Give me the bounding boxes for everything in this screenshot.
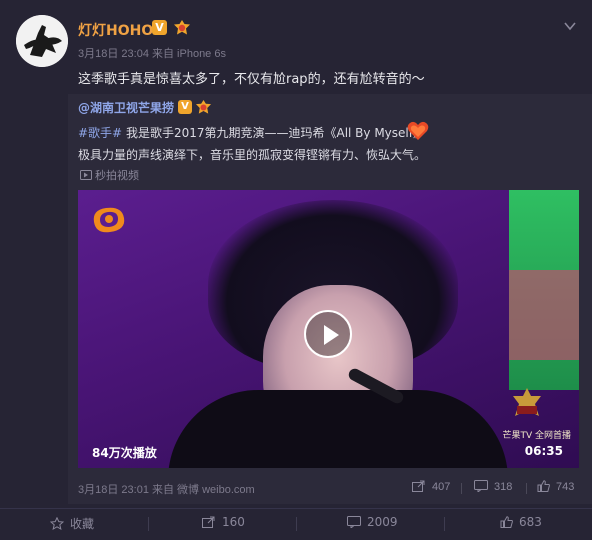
action-divider <box>526 483 527 494</box>
repost-like-action[interactable]: 743 <box>537 480 574 493</box>
hunan-tv-logo-icon <box>88 202 130 238</box>
video-link[interactable]: 秒拍视频 <box>80 167 139 183</box>
share-icon <box>412 480 425 492</box>
favorite-label: 收藏 <box>70 517 95 531</box>
username[interactable]: 灯灯HOHO <box>78 20 153 40</box>
weibo-card: 灯灯HOHO V 3月18日 23:04 来自 iPhone 6s 这季歌手真是… <box>0 0 592 540</box>
like-icon <box>537 480 550 492</box>
repost-share-action[interactable]: 407 <box>412 480 450 493</box>
video-icon <box>80 170 92 180</box>
heart-icon <box>407 121 429 141</box>
comment-icon <box>474 480 488 494</box>
action-divider <box>461 483 462 494</box>
video-duration: 06:35 <box>524 444 563 458</box>
repost-vip-badge-icon <box>195 99 212 115</box>
hashtag-link[interactable]: #歌手# <box>78 126 122 140</box>
repost-title: 我是歌手2017第九期竞演——迪玛希《All By Myself》 <box>122 126 425 140</box>
comment-icon <box>347 516 361 530</box>
repost-meta: 3月18日 23:01 来自 微博 weibo.com <box>78 484 255 496</box>
video-player[interactable]: 芒果TV 全网首播 84万次播放 06:35 <box>78 190 579 468</box>
star-icon <box>49 516 65 531</box>
repost-username[interactable]: @湖南卫视芒果捞 <box>78 99 174 116</box>
comment-button[interactable]: 2009 <box>347 515 398 530</box>
favorite-button[interactable]: 收藏 <box>49 515 95 532</box>
repost-text-line2: 极具力量的声线演绎下，音乐里的孤寂变得铿锵有力、恢弘大气。 <box>78 148 427 162</box>
play-button[interactable] <box>304 310 352 358</box>
show-logo-icon <box>509 386 545 422</box>
like-icon <box>500 516 513 528</box>
repost-button[interactable]: 160 <box>202 515 245 529</box>
video-link-label: 秒拍视频 <box>95 169 139 182</box>
bar-divider <box>148 517 149 531</box>
repost-comment-count: 318 <box>494 481 513 493</box>
repost-text-line1: #歌手# 我是歌手2017第九期竞演——迪玛希《All By Myself》 <box>78 124 425 141</box>
repost-like-count: 743 <box>556 481 575 493</box>
chevron-down-icon[interactable] <box>564 16 576 31</box>
bar-divider <box>444 517 445 531</box>
repost-comment-action[interactable]: 318 <box>474 480 513 494</box>
view-count: 84万次播放 <box>92 446 157 460</box>
video-performer-suit <box>168 390 508 468</box>
verified-badge: V <box>152 20 167 35</box>
comment-count: 2009 <box>367 515 398 529</box>
video-bg-letter <box>509 270 579 360</box>
post-text: 这季歌手真是惊喜太多了，不仅有尬rap的，还有尬转音的～ <box>78 72 425 87</box>
repost-count: 160 <box>222 515 245 529</box>
channel-label: 芒果TV 全网首播 <box>502 431 571 441</box>
bar-divider <box>296 517 297 531</box>
play-icon <box>324 325 339 345</box>
repost-share-count: 407 <box>432 481 451 493</box>
avatar[interactable] <box>16 15 68 67</box>
post-meta: 3月18日 23:04 来自 iPhone 6s <box>78 48 226 60</box>
like-button[interactable]: 683 <box>500 515 542 529</box>
vip-badge-icon <box>173 19 191 36</box>
share-icon <box>202 516 215 528</box>
like-count: 683 <box>519 515 542 529</box>
repost-verified-badge: V <box>178 100 192 114</box>
